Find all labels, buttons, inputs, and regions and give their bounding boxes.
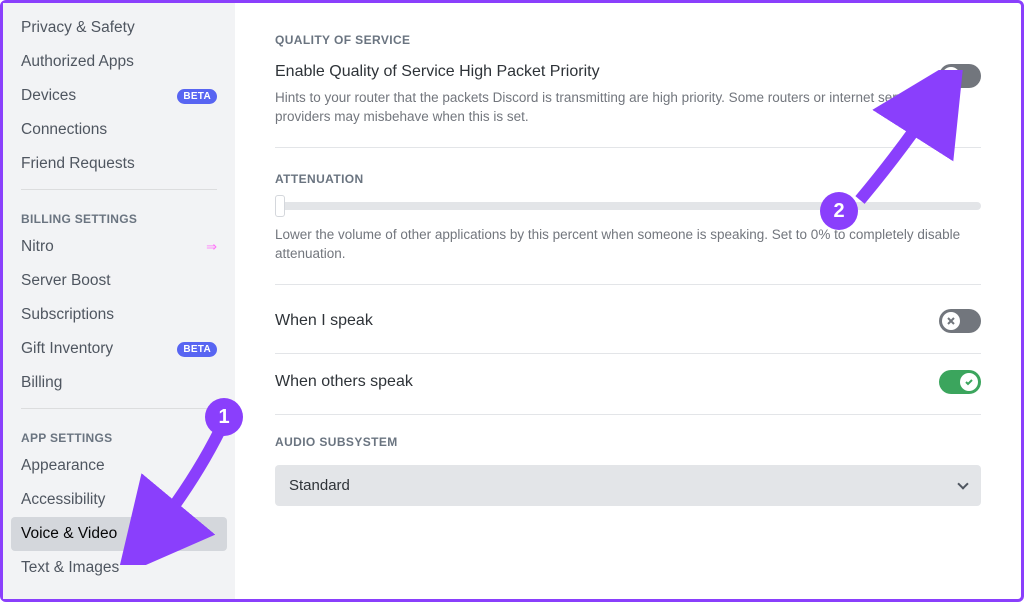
sidebar-divider bbox=[21, 408, 217, 409]
slider-thumb[interactable] bbox=[275, 195, 285, 217]
setting-desc-attenuation: Lower the volume of other applications b… bbox=[275, 226, 975, 264]
annotation-arrow-2 bbox=[850, 70, 970, 210]
sidebar-item-billing[interactable]: Billing bbox=[11, 366, 227, 400]
annotation-arrow-1 bbox=[120, 420, 230, 565]
sidebar-item-friend-requests[interactable]: Friend Requests bbox=[11, 147, 227, 181]
select-value: Standard bbox=[289, 477, 350, 494]
divider bbox=[275, 284, 981, 285]
beta-badge: BETA bbox=[177, 342, 217, 357]
setting-title-qos: Enable Quality of Service High Packet Pr… bbox=[275, 63, 600, 81]
select-audio-subsystem[interactable]: Standard bbox=[275, 465, 981, 506]
sidebar-item-gift-inventory[interactable]: Gift InventoryBETA bbox=[11, 332, 227, 366]
sidebar-item-server-boost[interactable]: Server Boost bbox=[11, 264, 227, 298]
chevron-down-icon bbox=[957, 478, 968, 489]
divider bbox=[275, 414, 981, 415]
sidebar-item-subscriptions[interactable]: Subscriptions bbox=[11, 298, 227, 332]
nitro-icon: ⇒ bbox=[206, 239, 217, 255]
sidebar-item-nitro[interactable]: Nitro⇒ bbox=[11, 230, 227, 264]
beta-badge: BETA bbox=[177, 89, 217, 104]
setting-title-when-others-speak: When others speak bbox=[275, 373, 413, 391]
sidebar-item-authorized-apps[interactable]: Authorized Apps bbox=[11, 45, 227, 79]
sidebar-item-privacy-safety[interactable]: Privacy & Safety bbox=[11, 11, 227, 45]
sidebar-item-connections[interactable]: Connections bbox=[11, 113, 227, 147]
toggle-when-i-speak[interactable] bbox=[939, 309, 981, 333]
section-header-qos: Quality of Service bbox=[275, 33, 981, 47]
sidebar-header-billing: Billing Settings bbox=[11, 198, 227, 230]
section-header-audio-subsystem: Audio Subsystem bbox=[275, 435, 981, 449]
setting-title-when-i-speak: When I speak bbox=[275, 312, 373, 330]
sidebar-divider bbox=[21, 189, 217, 190]
annotation-1: 1 bbox=[205, 398, 243, 436]
divider bbox=[275, 353, 981, 354]
annotation-2: 2 bbox=[820, 192, 858, 230]
sidebar-item-devices[interactable]: DevicesBETA bbox=[11, 79, 227, 113]
toggle-when-others-speak[interactable] bbox=[939, 370, 981, 394]
